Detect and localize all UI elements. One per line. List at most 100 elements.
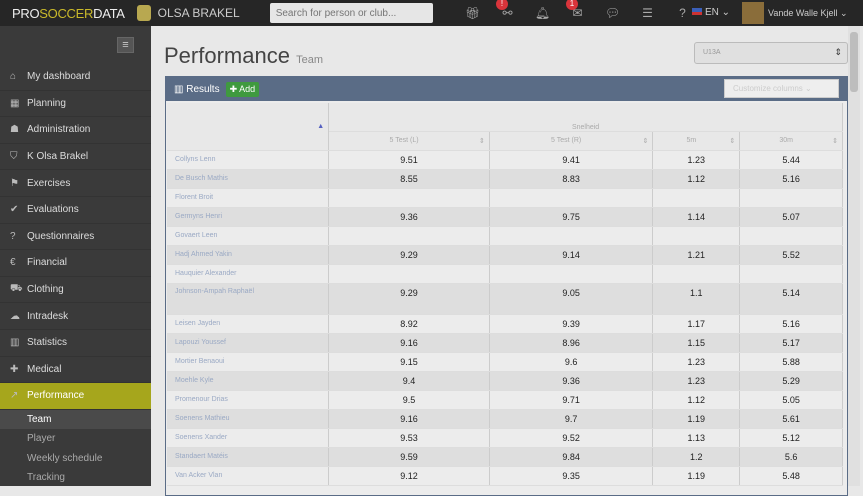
sort-icon[interactable]: ⇕ xyxy=(832,137,838,145)
connections-icon[interactable]: ⚯! xyxy=(490,0,525,20)
sidebar-icon: ☗ xyxy=(10,124,19,136)
player-name-link[interactable]: Lapouzi Youssef xyxy=(167,333,330,353)
table-row: Leisen Jayden 8.92 9.39 1.17 5.16 xyxy=(167,314,843,334)
customize-columns-button[interactable]: Customize columns ⌄ xyxy=(724,79,839,98)
player-name-link[interactable]: Promenour Drias xyxy=(167,390,330,410)
player-name-link[interactable]: Leisen Jayden xyxy=(167,314,330,334)
value-cell: 5.05 xyxy=(739,390,843,410)
sidebar-item-performance[interactable]: ↗ Performance xyxy=(0,383,151,410)
value-cell: 8.55 xyxy=(328,169,490,189)
sort-icon[interactable]: ⇕ xyxy=(479,137,485,145)
language-dropdown[interactable]: EN ⌄ xyxy=(692,7,730,18)
player-name-link[interactable]: Hadj Ahmed Yakin xyxy=(167,245,330,265)
sidebar-icon: ? xyxy=(10,230,16,242)
user-menu[interactable]: Vande Walle Kjell ⌄ xyxy=(742,2,848,24)
player-name-link[interactable]: Florent Broit xyxy=(167,188,330,208)
group-header: Snelheid xyxy=(328,103,843,132)
sidebar-item-clothing[interactable]: ⛟ Clothing xyxy=(0,277,151,304)
subnav-item-player[interactable]: Player xyxy=(0,429,151,449)
sidebar-icon: ✔ xyxy=(10,204,19,216)
value-cell: 8.96 xyxy=(489,333,654,353)
column-header[interactable]: 5 Test (L) ⇕ xyxy=(328,131,490,151)
sidebar-item-label: Medical xyxy=(27,363,62,375)
column-header[interactable]: 30m ⇕ xyxy=(739,131,843,151)
value-cell: 9.29 xyxy=(328,245,490,265)
team-select[interactable]: U13A ⇕ xyxy=(694,42,848,64)
club-name[interactable]: OLSA BRAKEL xyxy=(158,6,240,20)
gift-icon[interactable]: 🎁︎ xyxy=(455,6,490,20)
player-name-link[interactable]: Standaert Matéis xyxy=(167,447,330,467)
sidebar-icon: ⛟ xyxy=(10,283,23,295)
player-name-link[interactable]: Hauquier Alexander xyxy=(167,264,330,284)
sort-icon[interactable]: ⇕ xyxy=(729,137,735,145)
add-button[interactable]: ✚ Add xyxy=(225,81,260,97)
player-name-link[interactable]: Govaert Leen xyxy=(167,226,330,246)
sidebar-icon: ⚑ xyxy=(10,177,19,189)
sidebar-item-administration[interactable]: ☗ Administration xyxy=(0,117,151,144)
player-name-link[interactable]: Collyns Lenn xyxy=(167,150,330,170)
chat-icon[interactable]: 💬︎ xyxy=(595,6,630,20)
sort-icon[interactable]: ⇕ xyxy=(643,137,649,145)
value-cell: 9.75 xyxy=(489,207,654,227)
value-cell xyxy=(328,264,490,284)
table-row: Hauquier Alexander xyxy=(167,264,843,284)
column-header[interactable]: 5m ⇕ xyxy=(652,131,741,151)
sidebar-item-evaluations[interactable]: ✔ Evaluations xyxy=(0,197,151,224)
value-cell: 5.12 xyxy=(739,428,843,448)
menu-toggle-icon[interactable]: ≡ xyxy=(117,37,134,53)
sidebar-item-my-dashboard[interactable]: ⌂ My dashboard xyxy=(0,64,151,91)
player-name-link[interactable]: Van Acker Vlan xyxy=(167,466,330,486)
sidebar-item-k-olsa-brakel[interactable]: ⛉ K Olsa Brakel xyxy=(0,144,151,171)
value-cell xyxy=(489,264,654,284)
value-cell: 9.29 xyxy=(328,283,490,315)
page-title: Performance Team xyxy=(164,43,323,68)
player-name-link[interactable]: Soenens Xander xyxy=(167,428,330,448)
table-row: Soenens Mathieu 9.16 9.7 1.19 5.61 xyxy=(167,409,843,429)
sidebar-item-medical[interactable]: ✚ Medical xyxy=(0,357,151,384)
subnav-item-team[interactable]: Team xyxy=(0,409,151,430)
subnav-item-tracking[interactable]: Tracking xyxy=(0,468,151,488)
table-row: Johnson-Ampah Raphaël 9.29 9.05 1.1 5.14 xyxy=(167,283,843,315)
subnav-item-weekly-schedule[interactable]: Weekly schedule xyxy=(0,449,151,469)
sidebar-item-planning[interactable]: ▦ Planning xyxy=(0,91,151,118)
mail-badge: 1 xyxy=(566,0,578,10)
player-name-link[interactable]: Germyns Henri xyxy=(167,207,330,227)
sidebar-item-statistics[interactable]: ▥ Statistics xyxy=(0,330,151,357)
value-cell: 9.41 xyxy=(489,150,654,170)
name-sort-header[interactable]: ▲ xyxy=(167,103,330,151)
player-name-link[interactable]: Johnson-Ampah Raphaël xyxy=(167,283,330,315)
player-name-link[interactable]: Mortier Benaoui xyxy=(167,352,330,372)
sidebar-item-intradesk[interactable]: ☁ Intradesk xyxy=(0,303,151,330)
value-cell: 5.16 xyxy=(739,169,843,189)
value-cell: 9.71 xyxy=(489,390,654,410)
column-header[interactable]: 5 Test (R) ⇕ xyxy=(489,131,654,151)
value-cell: 1.12 xyxy=(652,390,741,410)
sidebar-item-questionnaires[interactable]: ? Questionnaires xyxy=(0,224,151,251)
value-cell xyxy=(328,226,490,246)
brand-logo[interactable]: PROSOCCERDATA xyxy=(12,6,125,21)
value-cell: 9.35 xyxy=(489,466,654,486)
value-cell xyxy=(739,264,843,284)
sidebar-item-exercises[interactable]: ⚑ Exercises xyxy=(0,170,151,197)
value-cell: 1.14 xyxy=(652,207,741,227)
mail-icon[interactable]: ✉ 1 xyxy=(560,0,595,20)
bar-chart-icon: ▥ xyxy=(174,83,187,95)
list-icon[interactable]: ☰ xyxy=(630,6,665,20)
sidebar-icon: ✚ xyxy=(10,363,19,375)
results-table: ▲ Snelheid 5 Test (L) ⇕ 5 Test (R) ⇕ 5m ⇕ 30m ⇕ … xyxy=(167,103,843,486)
scrollbar[interactable] xyxy=(848,26,860,486)
value-cell: 5.29 xyxy=(739,371,843,391)
bell-icon[interactable]: 🔔︎ xyxy=(525,6,560,20)
value-cell: 9.12 xyxy=(328,466,490,486)
value-cell: 9.4 xyxy=(328,371,490,391)
player-name-link[interactable]: Moehle Kyle xyxy=(167,371,330,391)
search-input[interactable] xyxy=(269,3,433,23)
sidebar-item-financial[interactable]: € Financial xyxy=(0,250,151,277)
player-name-link[interactable]: De Busch Mathis xyxy=(167,169,330,189)
value-cell: 1.12 xyxy=(652,169,741,189)
player-name-link[interactable]: Soenens Mathieu xyxy=(167,409,330,429)
value-cell: 9.14 xyxy=(489,245,654,265)
sidebar-item-label: Intradesk xyxy=(27,310,69,322)
scrollbar-thumb[interactable] xyxy=(850,32,858,92)
value-cell: 5.6 xyxy=(739,447,843,467)
